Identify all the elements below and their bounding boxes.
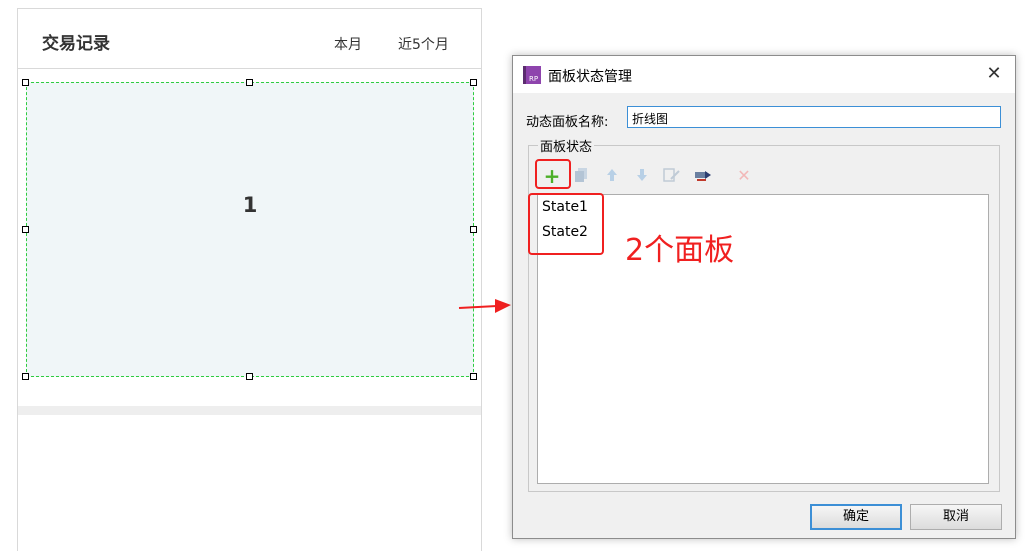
resize-handle-bl[interactable]	[22, 373, 29, 380]
dynamic-panel[interactable]: 1	[26, 82, 474, 377]
app-logo-icon: RP	[523, 66, 541, 84]
arrow-right-icon	[458, 299, 511, 313]
highlight-add-button	[535, 159, 571, 189]
page-header: 交易记录 本月 近5个月	[18, 9, 481, 69]
highlight-state-list	[528, 193, 604, 255]
state-list[interactable]: State1 State2	[537, 194, 989, 484]
page-title: 交易记录	[42, 34, 110, 54]
tab-this-month[interactable]: 本月	[334, 34, 362, 54]
panel-name-label: 动态面板名称:	[526, 115, 609, 130]
ok-button[interactable]: 确定	[810, 504, 902, 530]
section-divider	[18, 406, 481, 415]
dialog-titlebar: RP 面板状态管理 ✕	[513, 56, 1015, 93]
resize-handle-tr[interactable]	[470, 79, 477, 86]
dialog-title: 面板状态管理	[548, 69, 632, 85]
panel-name-input[interactable]: 折线图	[627, 106, 1001, 128]
move-down-icon[interactable]	[633, 167, 651, 185]
resize-handle-bc[interactable]	[246, 373, 253, 380]
resize-handle-mr[interactable]	[470, 226, 477, 233]
move-up-icon[interactable]	[603, 167, 621, 185]
resize-handle-tc[interactable]	[246, 79, 253, 86]
cancel-button[interactable]: 取消	[910, 504, 1002, 530]
dynamic-panel-label: 1	[242, 193, 258, 217]
annotation-text: 2个面板	[625, 233, 735, 268]
resize-handle-br[interactable]	[470, 373, 477, 380]
panel-states-group-label: 面板状态	[538, 136, 595, 155]
panel-state-manager-dialog: RP 面板状态管理 ✕ 动态面板名称: 折线图 面板状态 + ✕ State1 …	[512, 55, 1016, 539]
tab-last-5-months[interactable]: 近5个月	[398, 34, 449, 54]
edit-icon[interactable]	[663, 167, 681, 185]
edit-all-icon[interactable]	[694, 167, 712, 185]
copy-icon[interactable]	[572, 167, 590, 185]
close-button[interactable]: ✕	[981, 62, 1007, 86]
delete-icon[interactable]: ✕	[735, 167, 753, 185]
resize-handle-ml[interactable]	[22, 226, 29, 233]
resize-handle-tl[interactable]	[22, 79, 29, 86]
